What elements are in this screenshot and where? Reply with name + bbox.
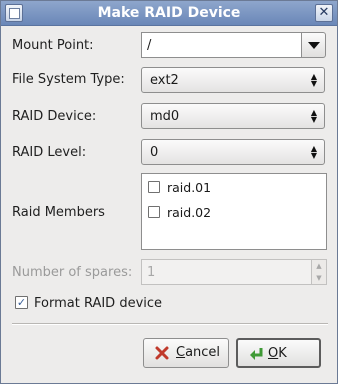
raid-member-label: raid.02: [167, 205, 212, 220]
separator: [12, 323, 328, 325]
window-menu-icon[interactable]: [5, 4, 23, 22]
mount-point-label: Mount Point:: [12, 38, 94, 53]
spin-arrows-icon: ▲ ▼: [310, 72, 318, 88]
format-raid-checkbox[interactable]: ✓: [15, 296, 28, 309]
raid-level-label: RAID Level:: [12, 145, 87, 160]
format-raid-label[interactable]: Format RAID device: [34, 296, 162, 311]
spares-spinbox: 1 ▲ ▼: [141, 259, 327, 285]
spin-arrows-icon: ▲ ▼: [310, 108, 318, 124]
fs-type-label: File System Type:: [12, 72, 125, 87]
raid-device-label: RAID Device:: [12, 109, 97, 124]
raid-member-checkbox[interactable]: [148, 181, 160, 193]
spares-value: 1: [147, 265, 156, 280]
spin-arrows-icon: ▲ ▼: [310, 144, 318, 160]
dropdown-arrow-icon: [308, 42, 320, 49]
spares-label: Number of spares:: [12, 265, 133, 280]
cancel-button[interactable]: Cancel: [143, 338, 229, 368]
mount-point-dropdown-button[interactable]: [301, 32, 326, 58]
mount-point-input[interactable]: /: [141, 32, 301, 58]
close-icon[interactable]: ✕: [315, 4, 333, 22]
cancel-icon: [155, 346, 169, 360]
raid-device-select[interactable]: md0 ▲ ▼: [141, 103, 325, 129]
raid-member-checkbox[interactable]: [148, 206, 160, 218]
ok-icon: [250, 348, 263, 360]
raid-level-select[interactable]: 0 ▲ ▼: [141, 139, 325, 165]
ok-label: OK: [268, 346, 287, 361]
raid-members-list[interactable]: raid.01 raid.02: [141, 173, 327, 250]
make-raid-device-dialog: Make RAID Device ✕ Mount Point: / File S…: [0, 0, 338, 384]
fs-type-value: ext2: [150, 73, 179, 88]
mount-point-value: /: [147, 38, 152, 53]
raid-member-label: raid.01: [167, 180, 212, 195]
raid-level-value: 0: [150, 145, 159, 160]
ok-button[interactable]: OK: [236, 338, 321, 368]
raid-members-label: Raid Members: [12, 205, 105, 220]
fs-type-select[interactable]: ext2 ▲ ▼: [141, 67, 325, 93]
window-title: Make RAID Device: [97, 5, 241, 21]
spin-arrows-icon: ▲ ▼: [311, 260, 326, 284]
title-bar[interactable]: Make RAID Device ✕: [1, 1, 337, 26]
raid-device-value: md0: [150, 109, 180, 124]
cancel-label: Cancel: [176, 345, 221, 360]
